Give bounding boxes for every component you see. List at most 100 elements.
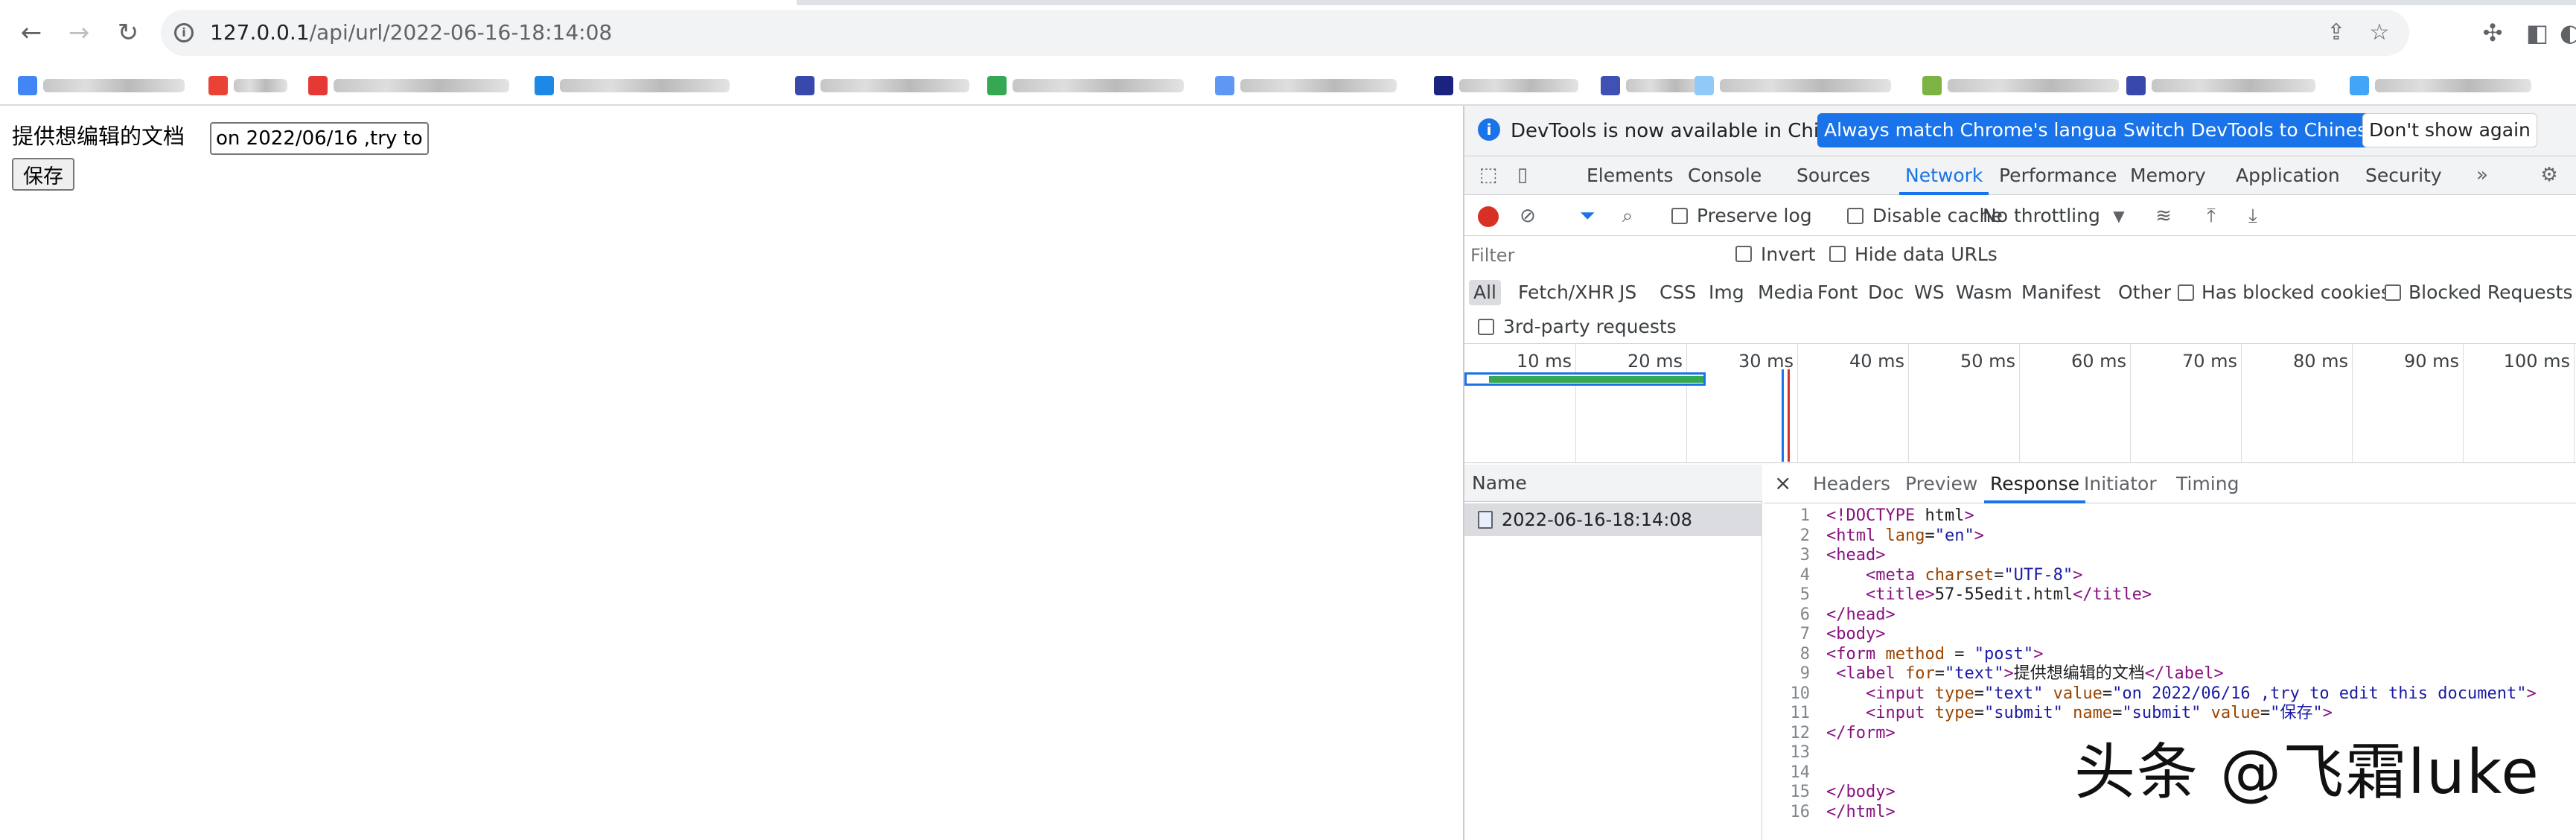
- type-filter-all[interactable]: All: [1469, 280, 1501, 305]
- bookmark-item[interactable]: [535, 74, 736, 97]
- line-number: 10: [1790, 684, 1811, 703]
- bookmark-item[interactable]: [308, 74, 517, 97]
- third-party-requests-label: 3rd-party requests: [1503, 316, 1677, 337]
- document-text-input[interactable]: [210, 122, 429, 155]
- always-match-language-button[interactable]: Always match Chrome's language: [1817, 113, 2147, 147]
- save-button[interactable]: 保存: [12, 158, 74, 191]
- bookmark-star-icon[interactable]: ☆: [2366, 19, 2393, 46]
- tab-memory[interactable]: Memory: [2130, 156, 2206, 195]
- url-text[interactable]: 127.0.0.1/api/url/2022-06-16-18:14:08: [210, 19, 612, 46]
- bookmark-item[interactable]: [987, 74, 1188, 97]
- bookmark-item[interactable]: [18, 74, 189, 97]
- forward-arrow-icon[interactable]: →: [61, 15, 97, 51]
- name-column-header[interactable]: Name: [1464, 465, 1762, 502]
- hide-data-urls-checkbox[interactable]: [1829, 246, 1846, 262]
- request-row[interactable]: 2022-06-16-18:14:08: [1464, 503, 1762, 536]
- type-filter-js[interactable]: JS: [1619, 280, 1636, 305]
- tab-timing[interactable]: Timing: [2176, 465, 2239, 503]
- type-filter-other[interactable]: Other: [2118, 280, 2171, 305]
- filter-input[interactable]: [1470, 243, 1716, 268]
- network-timeline-overview[interactable]: 10 ms 20 ms 30 ms 40 ms 50 ms 60 ms 70 m…: [1464, 344, 2576, 463]
- record-icon[interactable]: [1478, 206, 1499, 227]
- bookmark-item[interactable]: [2126, 74, 2320, 97]
- bookmark-item[interactable]: [1922, 74, 2123, 97]
- filter-funnel-icon[interactable]: ⏷: [1576, 205, 1598, 227]
- tab-security[interactable]: Security: [2365, 156, 2442, 195]
- bookmark-item[interactable]: [2350, 74, 2536, 97]
- type-filter-wasm[interactable]: Wasm: [1956, 280, 2012, 305]
- search-icon[interactable]: ⌕: [1616, 205, 1639, 227]
- line-content: <label for="text">提供想编辑的文档</label>: [1836, 664, 2224, 683]
- tab-console[interactable]: Console: [1688, 156, 1762, 195]
- extensions-puzzle-icon[interactable]: ✣: [2478, 18, 2508, 48]
- dont-show-again-button[interactable]: Don't show again: [2362, 113, 2537, 147]
- tab-performance[interactable]: Performance: [1999, 156, 2117, 195]
- devtools-language-infobar: i DevTools is now available in Chinese! …: [1464, 106, 2576, 156]
- response-code-line: 4 <meta charset="UTF-8">: [1764, 566, 2576, 586]
- bookmark-favicon-icon: [1601, 76, 1620, 95]
- tab-response[interactable]: Response: [1983, 465, 2086, 503]
- has-blocked-cookies-checkbox[interactable]: [2178, 284, 2194, 301]
- bookmark-favicon-icon: [987, 76, 1007, 95]
- bookmark-item[interactable]: [795, 74, 974, 97]
- tab-application[interactable]: Application: [2236, 156, 2340, 195]
- tab-headers[interactable]: Headers: [1813, 465, 1890, 503]
- line-number: 2: [1799, 526, 1810, 545]
- disable-cache-checkbox[interactable]: [1847, 208, 1864, 224]
- line-content: <head>: [1826, 546, 1886, 564]
- tab-initiator[interactable]: Initiator: [2084, 465, 2157, 503]
- blocked-requests-checkbox[interactable]: [2385, 284, 2401, 301]
- line-content: <title>57-55edit.html</title>: [1865, 585, 2152, 604]
- profile-avatar-icon[interactable]: ◐: [2560, 18, 2576, 48]
- switch-to-chinese-button[interactable]: Switch DevTools to Chinese: [2117, 113, 2385, 147]
- bookmark-item[interactable]: [208, 74, 290, 97]
- type-filter-font[interactable]: Font: [1817, 280, 1858, 305]
- line-content: <form method = "post">: [1826, 644, 2044, 664]
- share-icon[interactable]: ⇪: [2323, 19, 2350, 46]
- bookmark-favicon-icon: [535, 76, 554, 95]
- bookmark-item[interactable]: [1434, 74, 1583, 97]
- preserve-log-checkbox[interactable]: [1671, 208, 1688, 224]
- line-number: 16: [1790, 802, 1811, 821]
- device-toolbar-icon[interactable]: ▯: [1511, 164, 1534, 186]
- clear-icon[interactable]: ⊘: [1517, 205, 1539, 227]
- chevron-down-icon[interactable]: ▼: [2108, 205, 2130, 227]
- type-filter-media[interactable]: Media: [1758, 280, 1814, 305]
- export-har-icon[interactable]: ⤓: [2242, 205, 2264, 227]
- tab-elements[interactable]: Elements: [1587, 156, 1674, 195]
- back-arrow-icon[interactable]: ←: [13, 15, 49, 51]
- blurred-bookmark-title: [1720, 79, 1891, 92]
- line-number: 6: [1799, 605, 1810, 624]
- third-party-requests-checkbox[interactable]: [1478, 319, 1494, 335]
- timeline-gridline: [2130, 344, 2131, 463]
- reload-icon[interactable]: ↻: [110, 15, 146, 51]
- tab-network[interactable]: Network: [1898, 156, 1989, 195]
- type-filter-fetch-xhr[interactable]: Fetch/XHR: [1518, 280, 1615, 305]
- invert-checkbox[interactable]: [1735, 246, 1752, 262]
- inspect-element-icon[interactable]: ⬚: [1476, 164, 1500, 186]
- more-tabs-chevron-icon[interactable]: »: [2471, 164, 2493, 186]
- tab-sources[interactable]: Sources: [1796, 156, 1870, 195]
- site-info-icon[interactable]: i: [174, 23, 194, 42]
- bookmark-item[interactable]: [1215, 74, 1401, 97]
- response-code-line: 7 <body>: [1764, 625, 2576, 645]
- import-har-icon[interactable]: ⤒: [2200, 205, 2222, 227]
- invert-label: Invert: [1761, 244, 1816, 265]
- close-icon[interactable]: ×: [1774, 472, 1791, 494]
- settings-gear-icon[interactable]: ⚙: [2537, 164, 2562, 186]
- filter-bar: Invert Hide data URLs: [1464, 237, 2576, 273]
- line-content: <input type="submit" name="submit" value…: [1865, 704, 2333, 722]
- bookmark-item[interactable]: [1695, 74, 1896, 97]
- type-filter-ws[interactable]: WS: [1914, 280, 1945, 305]
- throttling-select[interactable]: No throttling: [1983, 205, 2100, 227]
- resource-type-filter: All Fetch/XHR JS CSS Img Media Font Doc …: [1464, 273, 2576, 310]
- address-bar[interactable]: i 127.0.0.1/api/url/2022-06-16-18:14:08 …: [161, 10, 2409, 56]
- side-panel-icon[interactable]: ◧: [2522, 18, 2552, 48]
- type-filter-css[interactable]: CSS: [1660, 280, 1696, 305]
- network-conditions-icon[interactable]: ≋: [2151, 205, 2176, 227]
- tab-preview[interactable]: Preview: [1905, 465, 1977, 503]
- type-filter-manifest[interactable]: Manifest: [2021, 280, 2101, 305]
- type-filter-img[interactable]: Img: [1709, 280, 1744, 305]
- line-content: <body>: [1826, 625, 1886, 643]
- type-filter-doc[interactable]: Doc: [1868, 280, 1904, 305]
